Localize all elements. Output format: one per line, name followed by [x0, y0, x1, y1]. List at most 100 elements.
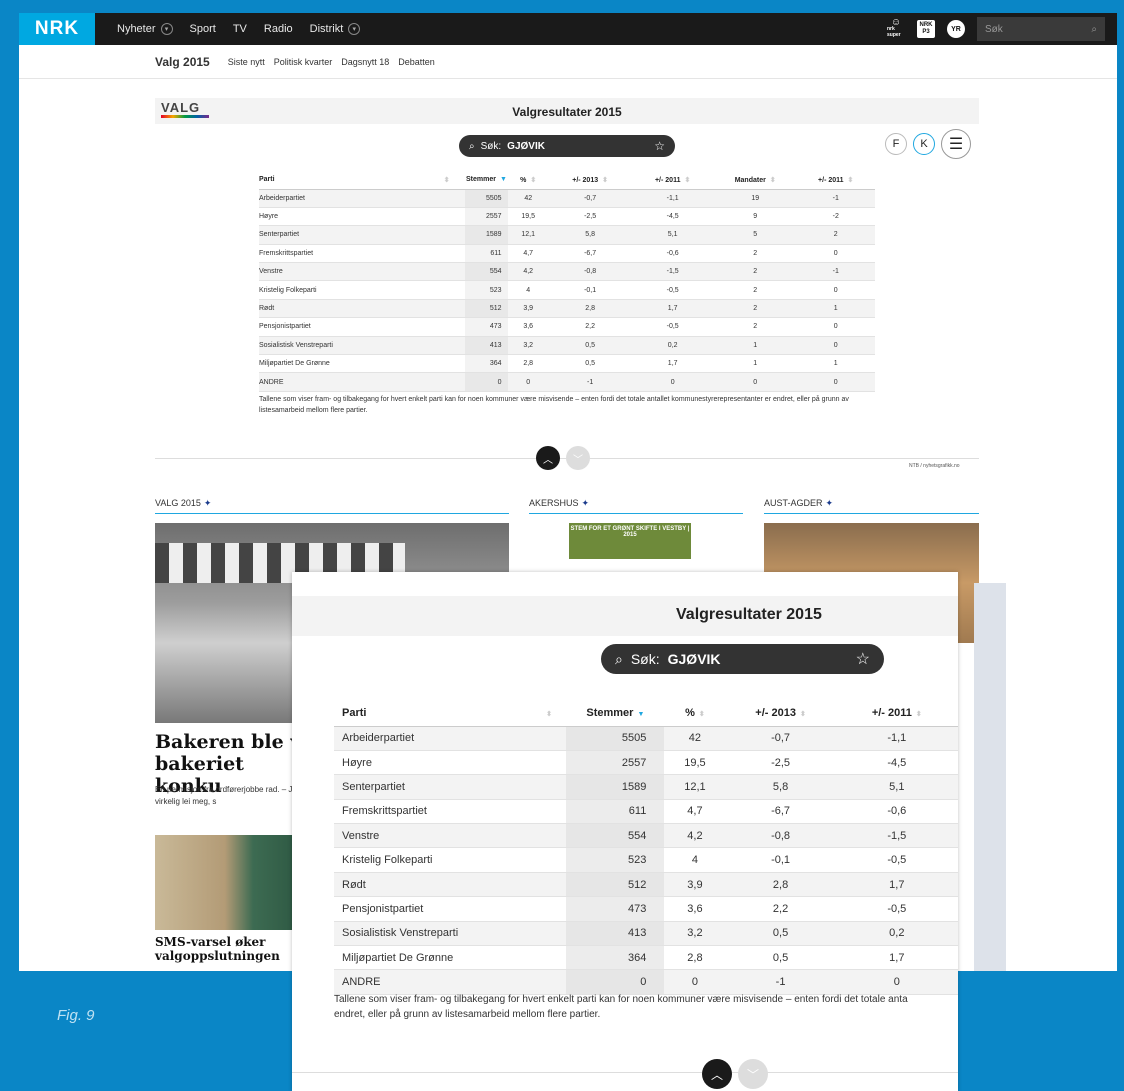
- table-row: Senterpartiet 1589 12,1 5,8 5,1 5 2: [259, 225, 875, 245]
- zoom-column-header-change-2011[interactable]: +/- 2011 ⬍: [835, 700, 958, 727]
- nrk-logo[interactable]: NRK: [19, 13, 95, 45]
- change-2011-cell: 5,1: [631, 225, 714, 245]
- campaign-poster-photo[interactable]: STEM FOR ET GRØNT SKIFTE I VESTBY | 2015: [569, 523, 691, 559]
- votes-cell: 473: [566, 896, 665, 922]
- table-row: ANDRE 0 0 -1 0 0 0: [259, 372, 875, 392]
- menu-icon[interactable]: ☰: [941, 129, 971, 159]
- party-cell: Venstre: [259, 262, 466, 282]
- change-2013-cell: 5,8: [548, 225, 632, 245]
- party-cell: Kristelig Folkeparti: [334, 847, 567, 873]
- seat-change-cell: -2: [796, 207, 875, 227]
- subnav-item-siste-nytt[interactable]: Siste nytt: [228, 57, 265, 67]
- star-icon[interactable]: ☆: [654, 139, 665, 153]
- column-header-change-2013[interactable]: +/- 2013 ⬍: [548, 171, 632, 190]
- party-cell: Rødt: [334, 872, 567, 898]
- zoom-municipality-search[interactable]: ⌕ Søk: GJØVIK ☆: [601, 644, 884, 674]
- column-header-mandater[interactable]: Mandater ⬍: [713, 171, 797, 190]
- nav-distrikt[interactable]: Distrikt ▾: [310, 23, 361, 35]
- filter-k-button[interactable]: K: [913, 133, 935, 155]
- column-header-change-2011[interactable]: +/- 2011 ⬍: [631, 171, 714, 190]
- table-row: Senterpartiet 1589 12,1 5,8 5,1: [334, 774, 958, 800]
- change-2011-cell: -0,5: [631, 280, 714, 300]
- municipality-search[interactable]: ⌕ Søk: GJØVIK ☆: [459, 135, 675, 157]
- subnav-item-dagsnytt-18[interactable]: Dagsnytt 18: [341, 57, 389, 67]
- zoom-column-header-percent[interactable]: % ⬍: [664, 700, 726, 727]
- chevron-down-icon[interactable]: ﹀: [738, 1059, 768, 1089]
- nav-nyheter[interactable]: Nyheter ▾: [117, 23, 173, 35]
- column-header-mandate-change-2011[interactable]: +/- 2011 ⬍: [796, 171, 875, 190]
- votes-cell: 611: [465, 244, 508, 264]
- zoom-header: [292, 596, 958, 636]
- percent-cell: 3,9: [664, 872, 726, 898]
- article-headline-secondary[interactable]: SMS-varsel øker valgoppslutningen: [155, 935, 295, 963]
- nav-tv[interactable]: TV: [233, 23, 247, 35]
- seat-change-cell: -1: [796, 262, 875, 282]
- votes-cell: 5505: [465, 189, 508, 208]
- seats-cell: 2: [713, 280, 797, 300]
- side-panel: [974, 583, 1006, 971]
- votes-cell: 1589: [465, 225, 508, 245]
- chevron-down-icon[interactable]: ﹀: [566, 446, 590, 470]
- table-row: ANDRE 0 0 -1 0: [334, 969, 958, 995]
- filter-f-button[interactable]: F: [885, 133, 907, 155]
- seats-cell: 1: [713, 336, 797, 356]
- p3-icon[interactable]: NRK P3: [917, 20, 935, 38]
- percent-cell: 0: [507, 372, 549, 392]
- column-header-parti[interactable]: Parti: [259, 171, 425, 190]
- zoom-column-header-stemmer[interactable]: Stemmer ▼: [566, 700, 665, 727]
- change-2011-cell: -1,5: [631, 262, 714, 282]
- change-2013-cell: 2,8: [725, 872, 836, 898]
- star-icon[interactable]: ☆: [856, 649, 870, 669]
- arrow-right-icon: ✦: [825, 498, 834, 508]
- zoom-search-label: Søk:: [630, 651, 660, 667]
- nav-radio[interactable]: Radio: [264, 23, 293, 35]
- change-2013-cell: -0,7: [548, 189, 632, 208]
- zoom-column-header-change-2013[interactable]: +/- 2013 ⬍: [725, 700, 836, 727]
- votes-cell: 2557: [566, 750, 665, 776]
- subnav-item-debatten[interactable]: Debatten: [398, 57, 435, 67]
- column-header-percent[interactable]: % ⬍: [507, 171, 549, 190]
- zoom-column-header-parti[interactable]: Parti: [334, 700, 528, 727]
- search-input[interactable]: Søk ⌕: [977, 17, 1105, 41]
- seats-cell: 1: [713, 354, 797, 374]
- election-results-widget: VALG Valgresultater 2015 F K ☰ ⌕ Søk: GJ…: [155, 98, 979, 416]
- chevron-up-icon[interactable]: ︿: [702, 1059, 732, 1089]
- subnav-item-politisk-kvarter[interactable]: Politisk kvarter: [274, 57, 333, 67]
- seats-cell: 9: [713, 207, 797, 227]
- votes-cell: 523: [465, 280, 508, 300]
- section-header-valg[interactable]: VALG 2015 ✦: [155, 498, 509, 514]
- voting-photo[interactable]: [155, 835, 295, 930]
- sort-icon: ⬍: [527, 700, 567, 727]
- table-row: Rødt 512 3,9 2,8 1,7 2 1: [259, 299, 875, 319]
- votes-cell: 473: [465, 317, 508, 337]
- change-2011-cell: 1,7: [631, 299, 714, 319]
- arrow-right-icon: ✦: [203, 498, 212, 508]
- change-2011-cell: 1,7: [631, 354, 714, 374]
- percent-cell: 42: [664, 726, 726, 751]
- change-2011-cell: -0,6: [631, 244, 714, 264]
- table-row: Pensjonistpartiet 473 3,6 2,2 -0,5 2 0: [259, 317, 875, 337]
- section-header-aust-agder[interactable]: AUST-AGDER ✦: [764, 498, 979, 514]
- votes-cell: 413: [566, 921, 665, 947]
- table-row: Høyre 2557 19,5 -2,5 -4,5: [334, 750, 958, 776]
- percent-cell: 2,8: [664, 945, 726, 971]
- change-2013-cell: -2,5: [548, 207, 632, 227]
- yr-icon[interactable]: YR: [947, 20, 965, 38]
- section-title[interactable]: Valg 2015: [155, 55, 210, 69]
- percent-cell: 19,5: [507, 207, 549, 227]
- zoom-results-table: Parti ⬍ Stemmer ▼ % ⬍ +/- 2013 ⬍ +/- 2011 ⬍ …: [334, 700, 958, 995]
- seat-change-cell: 1: [796, 354, 875, 374]
- widget-controls: F K ☰: [885, 129, 971, 159]
- chevron-up-icon[interactable]: ︿: [536, 446, 560, 470]
- nav-sport[interactable]: Sport: [190, 23, 216, 35]
- chevron-down-icon: ▾: [348, 23, 361, 35]
- section-header-akershus[interactable]: AKERSHUS ✦: [529, 498, 743, 514]
- seat-change-cell: -1: [796, 189, 875, 208]
- seat-change-cell: 0: [796, 336, 875, 356]
- search-label: Søk:: [480, 140, 502, 152]
- nrk-super-icon[interactable]: ☺ nrk super: [887, 18, 905, 39]
- column-header-stemmer[interactable]: Stemmer ▼: [465, 171, 508, 190]
- votes-cell: 1589: [566, 774, 665, 800]
- change-2013-cell: 0,5: [548, 354, 632, 374]
- change-2013-cell: -0,7: [725, 726, 836, 751]
